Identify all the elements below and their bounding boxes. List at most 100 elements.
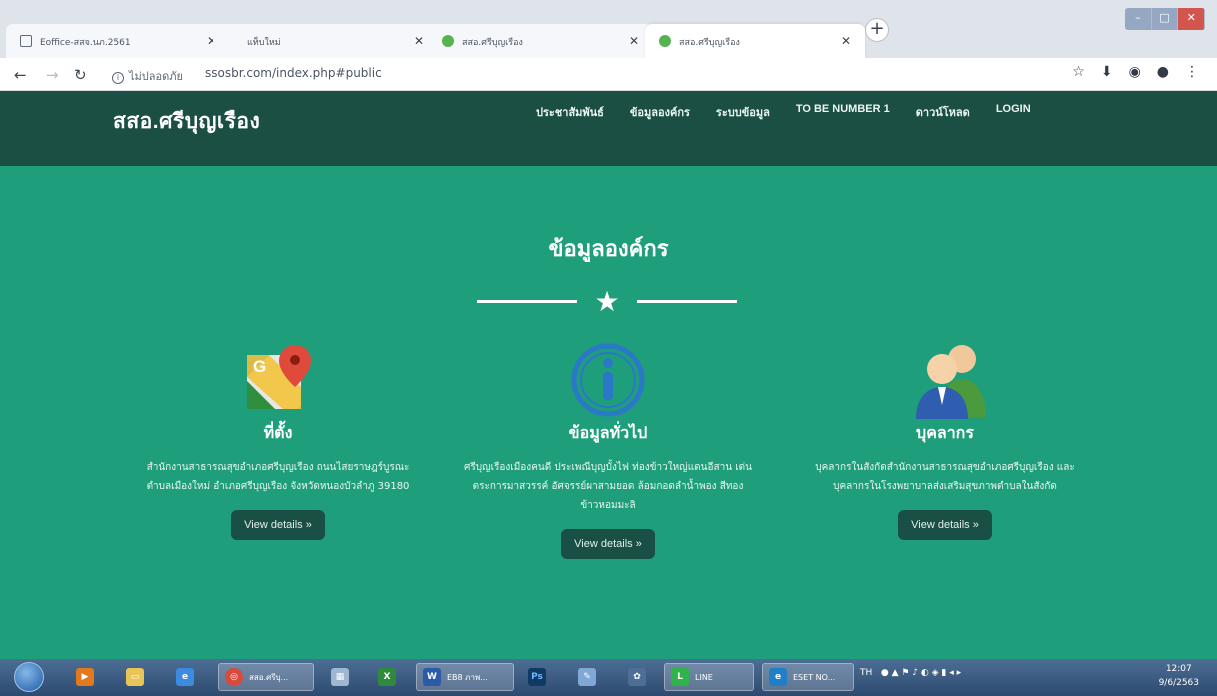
blank-tab-icon xyxy=(227,35,239,47)
address-bar[interactable]: ssosbr.com/index.php#public xyxy=(205,66,382,80)
taskbar-settings[interactable]: ✿ xyxy=(622,663,658,691)
tab-ssosbr-active[interactable]: สสอ.ศรีบุญเรือง ✕ xyxy=(645,24,865,60)
nav-item-download[interactable]: ดาวน์โหลด xyxy=(916,103,970,121)
back-icon[interactable]: ← xyxy=(14,66,27,84)
close-window-icon[interactable]: ✕ xyxy=(1178,8,1205,30)
start-button[interactable] xyxy=(14,662,44,692)
site-favicon-icon xyxy=(659,35,671,47)
card-general-info: ข้อมูลทั่วไป ศรีบุญเรืองเมืองคนดี ประเพณ… xyxy=(448,341,768,559)
people-icon xyxy=(906,341,986,419)
nav-item-data-system[interactable]: ระบบข้อมูล xyxy=(716,103,770,121)
forward-icon[interactable]: → xyxy=(46,66,59,84)
chrome-icon: ◎ xyxy=(225,668,243,686)
clock-date: 9/6/2563 xyxy=(1158,678,1199,688)
nav-item-login[interactable]: LOGIN xyxy=(996,103,1031,121)
card-text: ศรีบุญเรืองเมืองคนดี ประเพณีบุญบั้งไฟ ท่… xyxy=(464,462,752,511)
folder-icon: ▭ xyxy=(126,668,144,686)
taskbar-media-player[interactable]: ▶ xyxy=(70,663,106,691)
extension-icon[interactable]: ◉ xyxy=(1129,64,1141,80)
browser-tab-bar: Eoffice-สสจ.นภ.2561 ✕ แท็บใหม่ ✕ สสอ.ศรี… xyxy=(0,0,1217,60)
line-icon: L xyxy=(671,668,689,686)
taskbar-calculator[interactable]: ▦ xyxy=(325,663,361,691)
screen: Eoffice-สสจ.นภ.2561 ✕ แท็บใหม่ ✕ สสอ.ศรี… xyxy=(0,0,1217,696)
taskbar-ie[interactable]: e xyxy=(170,663,206,691)
minimize-icon[interactable]: – xyxy=(1125,8,1152,30)
reload-icon[interactable]: ↻ xyxy=(74,66,87,84)
svg-text:G: G xyxy=(253,357,266,376)
taskbar-photoshop[interactable]: Ps xyxy=(522,663,558,691)
nav-item-organization[interactable]: ข้อมูลองค์กร xyxy=(630,103,690,121)
taskbar-explorer[interactable]: ▭ xyxy=(120,663,156,691)
tray-icons[interactable]: ● ▲ ⚑ ♪ ◐ ◈ ▮ ◂ ▸ xyxy=(875,668,961,678)
title-divider: ★ xyxy=(477,287,737,317)
taskbar-label: สสอ.ศรีบุ... xyxy=(249,672,289,682)
card-title: บุคลากร xyxy=(916,425,974,442)
excel-icon: X xyxy=(378,668,396,686)
info-icon xyxy=(569,341,647,419)
tab-ssosbr[interactable]: สสอ.ศรีบุญเรือง ✕ xyxy=(428,24,653,60)
tab-title: สสอ.ศรีบุญเรือง xyxy=(462,38,523,48)
photoshop-icon: Ps xyxy=(528,668,546,686)
webpage: สสอ.ศรีบุญเรือง ประชาสัมพันธ์ ข้อมูลองค์… xyxy=(0,91,1217,659)
divider-line xyxy=(637,300,737,303)
taskbar: ▶ ▭ e ◎ สสอ.ศรีบุ... ▦ X W EB8 ภาพ... Ps ✎… xyxy=(0,659,1217,696)
system-tray: TH ● ▲ ⚑ ♪ ◐ ◈ ▮ ◂ ▸ xyxy=(860,668,961,678)
tab-title: Eoffice-สสจ.นภ.2561 xyxy=(40,38,131,48)
taskbar-word[interactable]: W EB8 ภาพ... xyxy=(416,663,514,691)
card-text: สำนักงานสาธารณสุขอำเภอศรีบุญเรือง ถนนไสย… xyxy=(146,462,410,492)
google-maps-icon: G xyxy=(239,341,317,419)
taskbar-label: LINE xyxy=(695,672,713,682)
profile-icon[interactable]: ● xyxy=(1157,64,1169,80)
ie-icon: e xyxy=(176,668,194,686)
language-indicator[interactable]: TH xyxy=(860,668,872,678)
view-details-button[interactable]: View details » xyxy=(898,510,992,540)
taskbar-line[interactable]: L LINE xyxy=(664,663,754,691)
tab-title: สสอ.ศรีบุญเรือง xyxy=(679,38,740,48)
close-icon[interactable]: ✕ xyxy=(414,34,424,48)
taskbar-paint[interactable]: ✎ xyxy=(572,663,608,691)
taskbar-label: EB8 ภาพ... xyxy=(447,672,488,682)
calculator-icon: ▦ xyxy=(331,668,349,686)
maximize-icon[interactable]: □ xyxy=(1151,8,1179,30)
bookmark-star-icon[interactable]: ☆ xyxy=(1072,64,1085,80)
paint-icon: ✎ xyxy=(578,668,596,686)
tab-eoffice[interactable]: Eoffice-สสจ.นภ.2561 ✕ xyxy=(6,24,231,60)
clock[interactable]: 12:07 9/6/2563 xyxy=(1159,662,1199,690)
settings-icon: ✿ xyxy=(628,668,646,686)
security-indicator[interactable]: i ไม่ปลอดภัย xyxy=(112,67,183,85)
taskbar-eset[interactable]: e ESET NO... xyxy=(762,663,854,691)
view-details-button[interactable]: View details » xyxy=(561,529,655,559)
site-favicon-icon xyxy=(442,35,454,47)
tab-title: แท็บใหม่ xyxy=(247,38,281,48)
main-nav: ประชาสัมพันธ์ ข้อมูลองค์กร ระบบข้อมูล TO… xyxy=(536,103,1031,121)
taskbar-label: ESET NO... xyxy=(793,672,836,682)
download-icon[interactable]: ⬇ xyxy=(1101,64,1113,80)
taskbar-excel[interactable]: X xyxy=(372,663,408,691)
eset-icon: e xyxy=(769,668,787,686)
window-controls: – □ ✕ xyxy=(1125,8,1205,30)
card-title: ข้อมูลทั่วไป xyxy=(568,425,648,442)
card-title: ที่ตั้ง xyxy=(263,425,293,442)
star-icon: ★ xyxy=(594,285,620,318)
menu-icon[interactable]: ⋮ xyxy=(1185,64,1199,80)
close-icon[interactable]: ✕ xyxy=(841,34,851,48)
close-icon[interactable]: ✕ xyxy=(629,34,639,48)
nav-item-to-be-number-1[interactable]: TO BE NUMBER 1 xyxy=(796,103,890,121)
tab-new-tab[interactable]: แท็บใหม่ ✕ xyxy=(213,24,438,60)
media-icon: ▶ xyxy=(76,668,94,686)
section-title: ข้อมูลองค์กร xyxy=(548,236,669,261)
toolbar-actions: ☆ ⬇ ◉ ● ⋮ xyxy=(1072,64,1199,80)
info-circle-icon: i xyxy=(112,72,124,84)
card-personnel: บุคลากร บุคลากรในสังกัดสำนักงานสาธารณสุข… xyxy=(785,341,1105,540)
taskbar-chrome[interactable]: ◎ สสอ.ศรีบุ... xyxy=(218,663,314,691)
site-brand[interactable]: สสอ.ศรีบุญเรือง xyxy=(113,105,260,138)
nav-item-news[interactable]: ประชาสัมพันธ์ xyxy=(536,103,604,121)
browser-toolbar: ← → ↻ i ไม่ปลอดภัย ssosbr.com/index.php#p… xyxy=(0,58,1217,91)
view-details-button[interactable]: View details » xyxy=(231,510,325,540)
word-icon: W xyxy=(423,668,441,686)
card-text: บุคลากรในสังกัดสำนักงานสาธารณสุขอำเภอศรี… xyxy=(815,462,1075,492)
clock-time: 12:07 xyxy=(1165,664,1192,674)
site-header: สสอ.ศรีบุญเรือง ประชาสัมพันธ์ ข้อมูลองค์… xyxy=(0,91,1217,166)
divider-line xyxy=(477,300,577,303)
new-tab-button[interactable]: + xyxy=(865,18,889,42)
